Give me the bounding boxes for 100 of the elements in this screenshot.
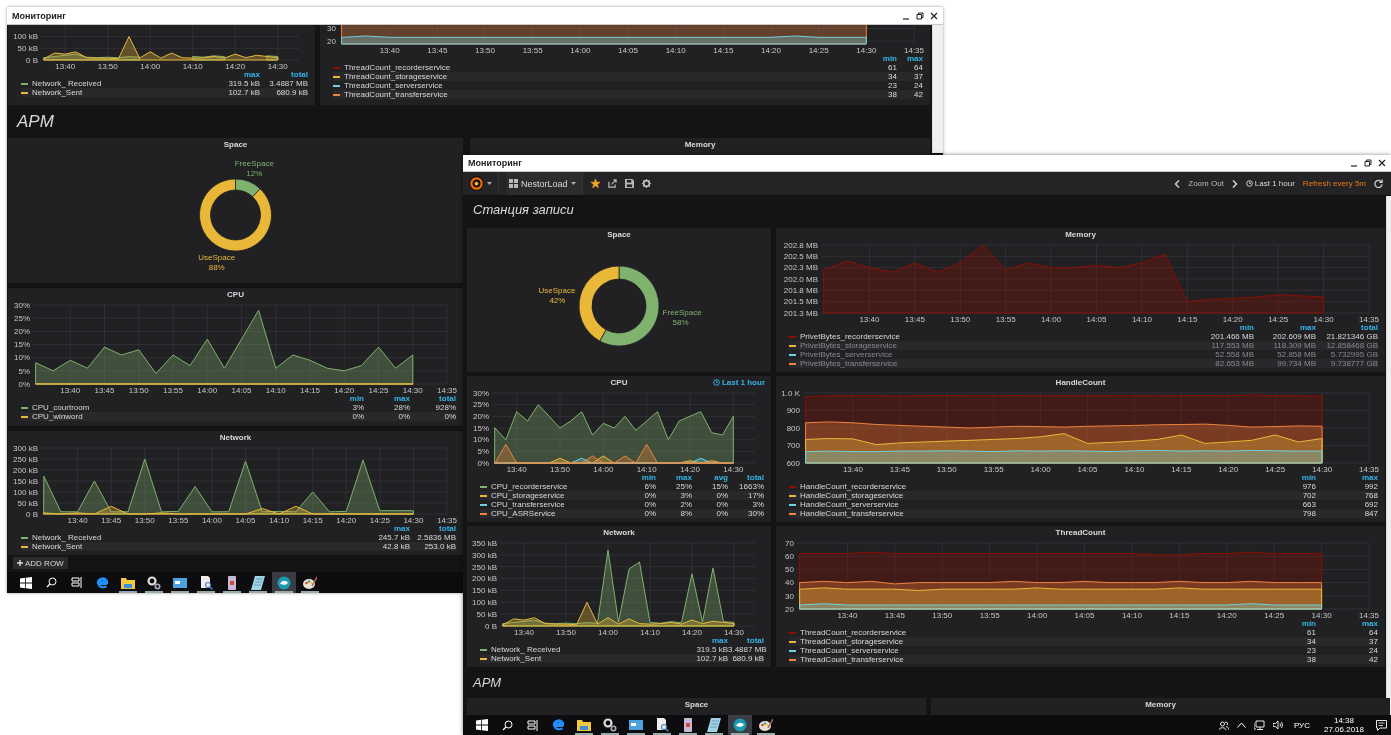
- panel-title[interactable]: CPU: [610, 378, 628, 387]
- star-icon[interactable]: [590, 179, 600, 188]
- panel-title[interactable]: Space: [607, 230, 631, 239]
- time-range-link[interactable]: Last 1 hour: [712, 378, 765, 387]
- windows-start-icon[interactable]: [20, 576, 32, 589]
- panel-title[interactable]: CPU: [227, 290, 244, 299]
- series-name[interactable]: ThreadCount_recorderservice: [344, 63, 451, 72]
- search-icon[interactable]: [502, 719, 513, 731]
- series-name[interactable]: PrivetBytes_recorderservice: [800, 332, 901, 341]
- taskbar-app-button[interactable]: [702, 715, 726, 735]
- taskbar-app-button[interactable]: [650, 715, 674, 735]
- task-view-icon[interactable]: [527, 719, 538, 731]
- chevron-left-icon[interactable]: [1174, 179, 1181, 188]
- panel-title[interactable]: Space: [684, 700, 709, 709]
- panel-title[interactable]: Space: [223, 140, 248, 149]
- series-name[interactable]: HandleCount_serverservice: [800, 500, 899, 509]
- series-name[interactable]: ThreadCount_transferservice: [344, 90, 448, 99]
- series-name[interactable]: Network_ Received: [32, 79, 102, 88]
- close-icon[interactable]: [1378, 159, 1386, 167]
- column-header[interactable]: total: [410, 524, 456, 533]
- taskbar-app-button[interactable]: [598, 715, 622, 735]
- scrollbar[interactable]: [1386, 196, 1391, 715]
- dashboard-picker[interactable]: NestorLoad: [507, 172, 583, 195]
- series-name[interactable]: ThreadCount_transferservice: [800, 655, 904, 664]
- column-header[interactable]: max: [1254, 323, 1316, 332]
- keyboard-language[interactable]: РУС: [1293, 720, 1310, 730]
- windows-start-icon[interactable]: [476, 719, 488, 731]
- series-name[interactable]: HandleCount_recorderservice: [800, 482, 907, 491]
- series-name[interactable]: Network_ Received: [32, 533, 102, 542]
- column-header[interactable]: min: [620, 473, 656, 482]
- panel-title[interactable]: Memory: [684, 140, 716, 149]
- time-range-picker[interactable]: Last 1 hour: [1245, 179, 1295, 188]
- chevron-right-icon[interactable]: [1231, 179, 1238, 188]
- series-name[interactable]: ThreadCount_recorderservice: [800, 628, 907, 637]
- series-name[interactable]: HandleCount_storageservice: [800, 491, 904, 500]
- series-name[interactable]: Network_Sent: [491, 654, 542, 663]
- network-icon[interactable]: [1253, 720, 1265, 730]
- clock-time[interactable]: 14:38: [1333, 716, 1354, 725]
- column-header[interactable]: avg: [692, 473, 728, 482]
- panel-title[interactable]: Network: [219, 433, 252, 442]
- refresh-icon[interactable]: [1374, 179, 1383, 188]
- logo-menu-button[interactable]: [467, 172, 499, 195]
- series-name[interactable]: CPU_courtroom: [32, 403, 90, 412]
- column-header[interactable]: min: [871, 54, 897, 63]
- column-header[interactable]: max: [656, 473, 692, 482]
- people-icon[interactable]: [1218, 720, 1229, 730]
- column-header[interactable]: total: [728, 473, 764, 482]
- clock-date[interactable]: 27.06.2018: [1323, 725, 1364, 734]
- column-header[interactable]: max: [212, 70, 260, 79]
- series-name[interactable]: ThreadCount_storageservice: [344, 72, 448, 81]
- chevron-up-icon[interactable]: [1236, 722, 1246, 728]
- column-header[interactable]: total: [1316, 323, 1378, 332]
- series-name[interactable]: CPU_ASRService: [491, 509, 556, 518]
- volume-icon[interactable]: [1272, 720, 1284, 730]
- column-header[interactable]: min: [318, 394, 364, 403]
- taskbar-app-button[interactable]: [728, 715, 752, 735]
- column-header[interactable]: max: [897, 54, 923, 63]
- panel-title[interactable]: Memory: [1145, 700, 1176, 709]
- taskbar-app-button[interactable]: [676, 715, 700, 735]
- notification-icon[interactable]: [1376, 719, 1387, 731]
- panel-title[interactable]: ThreadCount: [1055, 528, 1106, 537]
- series-name[interactable]: ThreadCount_serverservice: [344, 81, 443, 90]
- column-header[interactable]: max: [692, 636, 728, 645]
- settings-icon[interactable]: [641, 179, 651, 188]
- taskbar-app-button[interactable]: [272, 572, 296, 593]
- panel-title[interactable]: Network: [603, 528, 635, 537]
- column-header[interactable]: min: [1254, 619, 1316, 628]
- series-name[interactable]: HandleCount_transferservice: [800, 509, 904, 518]
- close-icon[interactable]: [930, 11, 938, 20]
- panel-title[interactable]: HandleCount: [1055, 378, 1106, 387]
- refresh-interval-button[interactable]: Refresh every 5m: [1302, 179, 1366, 188]
- series-name[interactable]: CPU_storageservice: [491, 491, 565, 500]
- series-name[interactable]: Network_Sent: [32, 88, 83, 97]
- task-view-icon[interactable]: [71, 577, 82, 588]
- column-header[interactable]: max: [1316, 473, 1378, 482]
- column-header[interactable]: max: [364, 394, 410, 403]
- add-row-button[interactable]: ADD ROW: [13, 557, 68, 569]
- column-header[interactable]: total: [260, 70, 308, 79]
- restore-icon[interactable]: [916, 11, 924, 20]
- series-name[interactable]: Network_ Received: [491, 645, 561, 654]
- series-name[interactable]: ThreadCount_serverservice: [800, 646, 899, 655]
- scrollbar[interactable]: [932, 25, 943, 153]
- zoom-out-button[interactable]: Zoom Out: [1188, 179, 1224, 188]
- series-name[interactable]: PrivetBytes_transferservice: [800, 359, 898, 368]
- column-header[interactable]: total: [728, 636, 764, 645]
- column-header[interactable]: total: [410, 394, 456, 403]
- search-icon[interactable]: [46, 577, 57, 588]
- series-name[interactable]: PrivetBytes_serverservice: [800, 350, 893, 359]
- restore-icon[interactable]: [1364, 159, 1372, 167]
- column-header[interactable]: min: [1192, 323, 1254, 332]
- series-name[interactable]: CPU_recorderservice: [491, 482, 568, 491]
- save-icon[interactable]: [624, 179, 634, 188]
- series-name[interactable]: CPU_winword: [32, 412, 83, 421]
- column-header[interactable]: max: [1316, 619, 1378, 628]
- column-header[interactable]: min: [1254, 473, 1316, 482]
- panel-title[interactable]: Memory: [1065, 230, 1096, 239]
- series-name[interactable]: ThreadCount_storageservice: [800, 637, 904, 646]
- series-name[interactable]: Network_Sent: [32, 542, 83, 551]
- column-header[interactable]: max: [364, 524, 410, 533]
- series-name[interactable]: PrivetBytes_storageservice: [800, 341, 897, 350]
